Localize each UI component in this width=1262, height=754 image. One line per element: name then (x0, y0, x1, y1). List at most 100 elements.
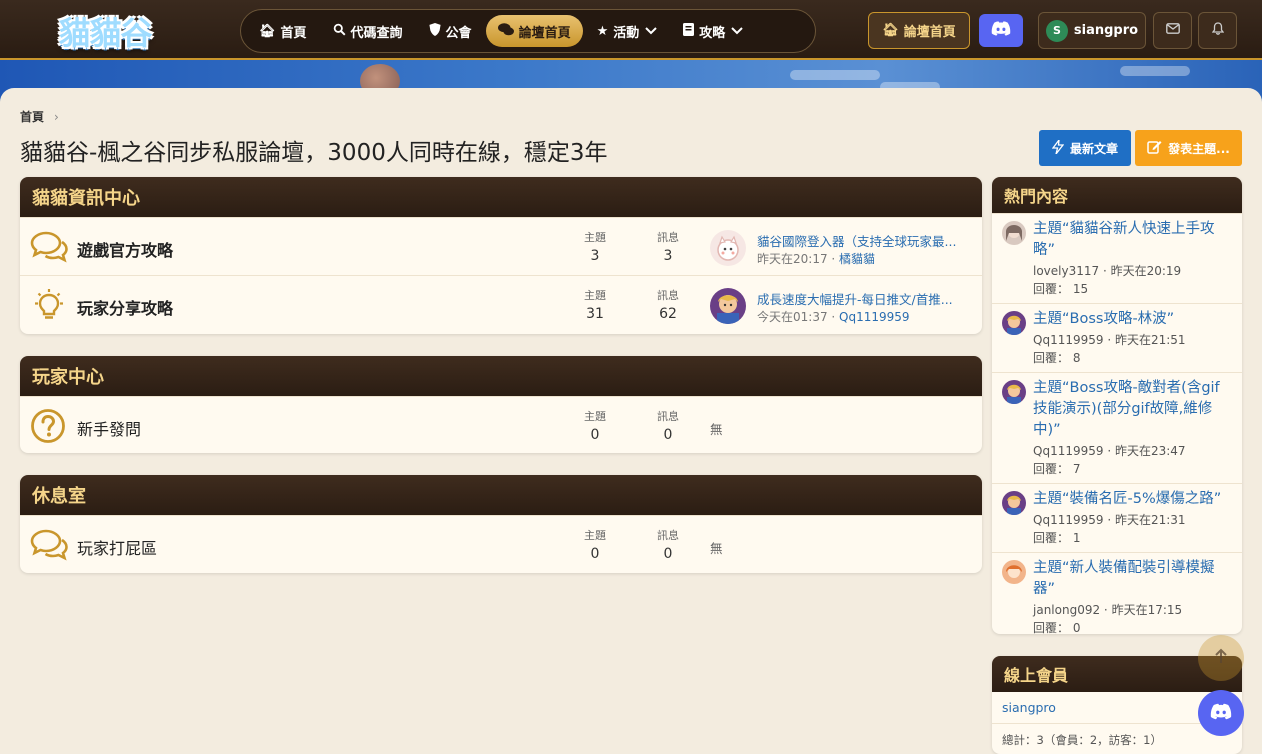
last-post-title[interactable]: 成長速度大幅提升-每日推文/首推... (757, 289, 972, 308)
last-post-user[interactable]: 橘貓貓 (839, 252, 875, 266)
reply-label: 回覆： (1033, 351, 1070, 365)
hot-thread-user[interactable]: janlong092 (1033, 603, 1100, 617)
hot-thread-item: 主題“Boss攻略-林波” Qq1119959 · 昨天在21:51 回覆： 8 (992, 303, 1242, 372)
book-icon (683, 22, 695, 40)
forum-node: 玩家打屁區 主題 0 訊息 0 無 (20, 515, 982, 573)
reply-label: 回覆： (1033, 531, 1070, 545)
nav-forum-home[interactable]: 論壇首頁 (485, 15, 583, 47)
category-block: 休息室 玩家打屁區 主題 0 訊息 0 無 (20, 475, 982, 573)
top-navbar: 貓貓谷 🏠︎ 首頁 代碼查詢 公會 論壇首頁 ★ 活動 攻略 🏠︎ 論壇首頁 S… (0, 0, 1262, 60)
discord-button[interactable] (979, 14, 1023, 47)
hot-thread-item: 主題“新人裝備配裝引導模擬器” janlong092 · 昨天在17:15 回覆… (992, 552, 1242, 634)
nav-events[interactable]: ★ 活動 (585, 15, 670, 47)
hot-thread-title[interactable]: 主題“Boss攻略-林波” (1033, 309, 1232, 330)
avatar[interactable] (1002, 380, 1026, 404)
category-title[interactable]: 玩家中心 (20, 356, 982, 396)
hot-thread-meta: Qq1119959 · 昨天在21:31 (1033, 513, 1186, 527)
edit-icon (1147, 139, 1162, 157)
hot-thread-title[interactable]: 主題“裝備名匠-5%爆傷之路” (1033, 489, 1232, 510)
last-post-meta: 今天在01:37 · Qq1119959 (757, 310, 910, 324)
reply-label: 回覆： (1033, 621, 1070, 634)
site-logo[interactable]: 貓貓谷 (44, 7, 166, 55)
avatar[interactable] (710, 288, 746, 324)
avatar[interactable] (710, 230, 746, 266)
category-block: 玩家中心 新手發問 主題 0 訊息 0 無 (20, 356, 982, 453)
forum-home-button[interactable]: 🏠︎ 論壇首頁 (868, 12, 970, 49)
reply-count: 8 (1072, 351, 1081, 365)
avatar[interactable] (1002, 491, 1026, 515)
last-post-title[interactable]: 貓谷國際登入器（支持全球玩家最... (757, 231, 972, 250)
envelope-icon (1165, 23, 1180, 38)
nav-guild[interactable]: 公會 (417, 15, 484, 47)
comments-icon (30, 528, 68, 562)
category-title[interactable]: 休息室 (20, 475, 982, 515)
nav-home[interactable]: 🏠︎ 首頁 (247, 15, 319, 47)
hot-thread-item: 主題“貓貓谷新人快速上手攻略” lovely3117 · 昨天在20:19 回覆… (992, 213, 1242, 303)
message-count-label: 訊息 (657, 231, 679, 244)
search-icon (333, 23, 346, 40)
hot-thread-meta: Qq1119959 · 昨天在23:47 (1033, 444, 1186, 458)
hot-thread-title[interactable]: 主題“新人裝備配裝引導模擬器” (1033, 558, 1232, 600)
discord-widget-button[interactable] (1198, 690, 1244, 736)
inbox-button[interactable] (1153, 12, 1192, 49)
last-post-user[interactable]: Qq1119959 (839, 310, 910, 324)
nav-code-lookup[interactable]: 代碼查詢 (321, 15, 415, 47)
comments-icon (30, 230, 68, 264)
hot-thread-title[interactable]: 主題“貓貓谷新人快速上手攻略” (1033, 219, 1232, 261)
reply-label: 回覆： (1033, 462, 1070, 476)
reply-count: 1 (1072, 531, 1081, 545)
hot-thread-time: 昨天在21:31 (1114, 513, 1186, 527)
latest-posts-button[interactable]: 最新文章 (1039, 130, 1131, 166)
alerts-button[interactable] (1198, 12, 1237, 49)
thread-count: 主題 0 (565, 408, 625, 443)
user-menu-button[interactable]: S siangpro (1038, 12, 1146, 49)
forum-node: 玩家分享攻略 主題 31 訊息 62 成長速度大幅提升-每日推文/首推... 今… (20, 275, 982, 333)
hot-thread-meta: lovely3117 · 昨天在20:19 (1033, 264, 1182, 278)
chevron-down-icon (731, 25, 743, 38)
forum-node: 遊戲官方攻略 主題 3 訊息 3 貓谷國際登入器（支持全球玩家最... 昨天在2… (20, 217, 982, 275)
bell-icon (1211, 22, 1224, 39)
category-title[interactable]: 貓貓資訊中心 (20, 177, 982, 217)
forum-title[interactable]: 遊戲官方攻略 (77, 237, 173, 261)
hot-thread-user[interactable]: Qq1119959 (1033, 444, 1104, 458)
breadcrumb-home[interactable]: 首頁 (20, 108, 44, 125)
avatar: S (1045, 19, 1068, 42)
arrow-up-icon (1214, 648, 1228, 669)
cloud-decoration (1120, 66, 1190, 76)
reply-label: 回覆： (1033, 282, 1070, 296)
hot-thread-replies: 回覆： 0 (1033, 620, 1232, 634)
lightbulb-icon (30, 288, 68, 322)
hot-thread-replies: 回覆： 1 (1033, 530, 1232, 546)
nav-guides[interactable]: 攻略 (671, 15, 755, 47)
forum-title[interactable]: 玩家分享攻略 (77, 295, 173, 319)
chevron-down-icon (645, 25, 657, 38)
avatar[interactable] (1002, 311, 1026, 335)
shield-icon (428, 22, 441, 40)
post-thread-label: 發表主題... (1168, 141, 1230, 156)
forum-title[interactable]: 新手發問 (77, 416, 141, 440)
avatar[interactable] (1002, 221, 1026, 245)
hot-thread-time: 昨天在21:51 (1114, 333, 1186, 347)
message-count: 訊息 0 (638, 527, 698, 562)
nav-code-lookup-label: 代碼查詢 (350, 25, 403, 41)
hot-thread-title[interactable]: 主題“Boss攻略-敵對者(含gif技能演示)(部分gif故障,維修中)” (1033, 378, 1232, 441)
hot-thread-user[interactable]: Qq1119959 (1033, 333, 1104, 347)
question-icon (30, 409, 68, 443)
widget-title: 熱門內容 (992, 177, 1242, 213)
hot-thread-time: 昨天在23:47 (1114, 444, 1186, 458)
main-nav: 🏠︎ 首頁 代碼查詢 公會 論壇首頁 ★ 活動 攻略 (240, 9, 816, 53)
home-icon: 🏠︎ (882, 23, 899, 38)
thread-count-value: 0 (590, 546, 600, 562)
nav-home-label: 首頁 (280, 25, 307, 41)
avatar[interactable] (1002, 560, 1026, 584)
home-icon: 🏠︎ (259, 23, 276, 39)
hot-thread-user[interactable]: lovely3117 (1033, 264, 1099, 278)
forum-title[interactable]: 玩家打屁區 (77, 535, 157, 559)
post-thread-button[interactable]: 發表主題... (1135, 130, 1242, 166)
discord-icon (1210, 703, 1232, 724)
message-count-label: 訊息 (657, 410, 679, 423)
hot-thread-user[interactable]: Qq1119959 (1033, 513, 1104, 527)
reply-count: 0 (1072, 621, 1081, 634)
thread-count-label: 主題 (584, 529, 606, 542)
scroll-to-top-button[interactable] (1198, 635, 1244, 681)
